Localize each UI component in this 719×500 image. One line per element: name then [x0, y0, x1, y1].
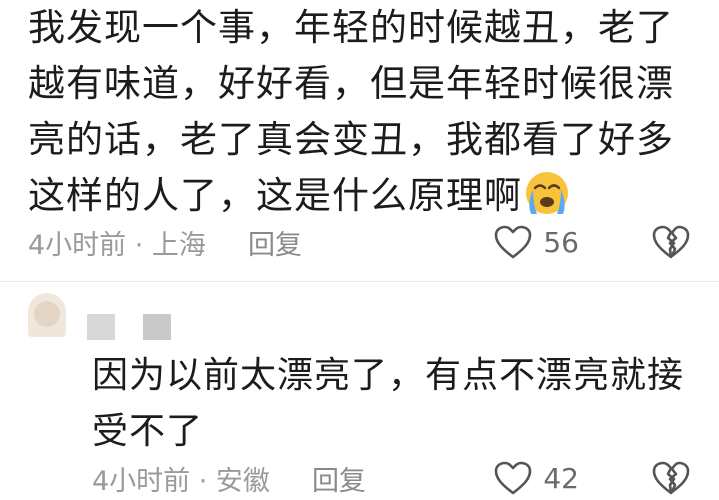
like-button[interactable]: 42	[493, 456, 579, 500]
like-count: 42	[543, 461, 579, 495]
like-count: 56	[543, 225, 579, 259]
loudly-crying-face-icon	[526, 172, 568, 214]
reply-button[interactable]: 回复	[312, 459, 366, 498]
reply-meta-row: 4小时前 · 安徽 回复 42	[92, 456, 691, 500]
comment-time-location: 4小时前 · 上海	[28, 229, 206, 261]
username-redacted[interactable]	[143, 314, 171, 340]
like-button[interactable]: 56	[493, 220, 579, 264]
avatar[interactable]	[28, 293, 66, 337]
divider	[0, 281, 719, 282]
broken-heart-icon	[652, 225, 690, 259]
heart-icon	[495, 461, 532, 495]
reply-button[interactable]: 回复	[248, 223, 302, 262]
comment-body: 我发现一个事，年轻的时候越丑，老了越有味道，好好看，但是年轻时候很漂亮的话，老了…	[28, 0, 698, 224]
comment-text: 我发现一个事，年轻的时候越丑，老了越有味道，好好看，但是年轻时候很漂亮的话，老了…	[28, 6, 674, 217]
comment-meta-row: 4小时前 · 上海 回复 56	[28, 220, 691, 264]
dislike-button[interactable]	[651, 220, 691, 264]
reply-body: 因为以前太漂亮了，有点不漂亮就接受不了	[92, 348, 692, 460]
dislike-button[interactable]	[651, 456, 691, 500]
heart-icon	[495, 225, 532, 259]
broken-heart-icon	[652, 461, 690, 495]
username-redacted[interactable]	[87, 314, 115, 340]
reply-text: 因为以前太漂亮了，有点不漂亮就接受不了	[92, 355, 685, 452]
reply-time-location: 4小时前 · 安徽	[92, 465, 270, 497]
